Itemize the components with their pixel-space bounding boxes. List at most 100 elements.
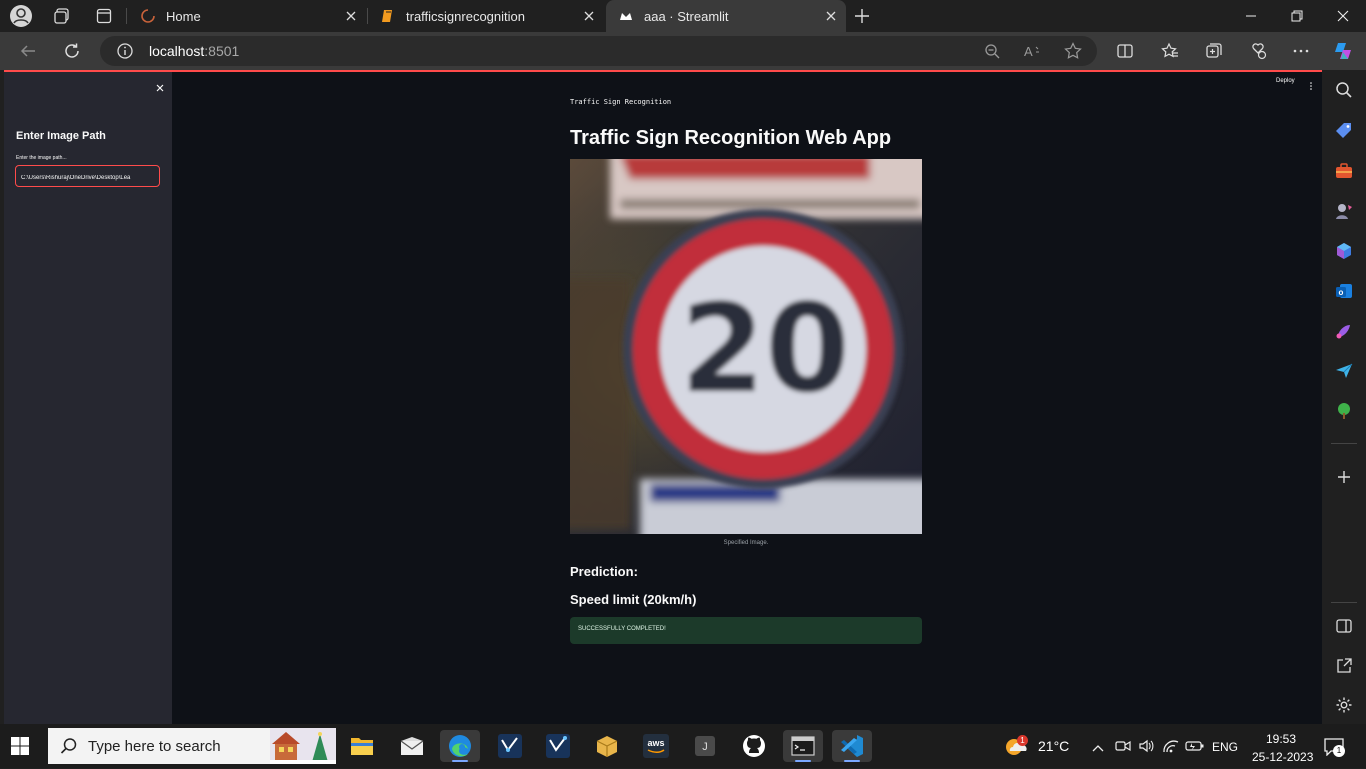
edge-sidebar: o <box>1322 70 1366 724</box>
restore-button[interactable] <box>1274 0 1320 32</box>
url-port: :8501 <box>204 43 240 59</box>
jupyter-icon[interactable]: J <box>685 730 725 762</box>
minimize-button[interactable] <box>1228 0 1274 32</box>
clock-time[interactable]: 19:53 <box>1266 732 1296 746</box>
microsoft-365-icon[interactable] <box>1333 240 1355 262</box>
traffic-sign-image: 20 <box>570 159 922 534</box>
open-external-icon[interactable] <box>1333 655 1355 677</box>
games-icon[interactable] <box>1333 200 1355 222</box>
notebook-icon <box>380 8 396 24</box>
read-aloud-icon[interactable]: A <box>1024 43 1042 64</box>
close-icon[interactable] <box>824 9 838 23</box>
close-icon[interactable] <box>582 9 596 23</box>
zoom-out-icon[interactable] <box>984 43 1000 64</box>
edge-browser-icon[interactable] <box>440 730 480 762</box>
address-bar[interactable]: localhost:8501 A <box>100 36 1097 66</box>
close-icon[interactable] <box>344 9 358 23</box>
sidebar-settings-gear-icon[interactable] <box>1333 694 1355 716</box>
prediction-label: Prediction: <box>570 564 638 579</box>
image-path-input[interactable] <box>16 168 159 186</box>
search-icon[interactable] <box>1333 79 1355 101</box>
clock-date[interactable]: 25-12-2023 <box>1252 750 1313 764</box>
chevron-up-icon[interactable] <box>1092 740 1104 758</box>
search-placeholder: Type here to search <box>88 737 221 755</box>
notification-icon[interactable]: 1 <box>1324 738 1345 761</box>
browser-tab-strip: Home trafficsignrecognition aaa · Stream… <box>0 0 1366 32</box>
close-sidebar-icon[interactable] <box>155 80 165 92</box>
battery-icon[interactable] <box>1185 738 1205 759</box>
image-caption: Specified Image. <box>723 540 769 546</box>
svg-text:o: o <box>1339 288 1344 297</box>
back-icon[interactable] <box>13 37 43 65</box>
add-sidebar-app-icon[interactable] <box>1333 466 1355 488</box>
package-box-icon[interactable] <box>587 730 627 762</box>
success-alert: SUCCESSFULLY COMPLETED! <box>570 617 922 644</box>
image-path-input-wrapper[interactable] <box>15 165 160 187</box>
sidebar-title: Enter Image Path <box>16 130 106 142</box>
svg-text:J: J <box>702 741 708 753</box>
tree-icon[interactable] <box>1333 400 1355 422</box>
meet-now-icon[interactable] <box>1115 738 1131 759</box>
refresh-icon[interactable] <box>57 37 87 65</box>
language-indicator[interactable]: ENG <box>1212 740 1238 754</box>
send-to-phone-icon[interactable] <box>1333 360 1355 382</box>
taskbar-search-box[interactable]: Type here to search <box>48 728 336 764</box>
settings-more-icon[interactable] <box>1286 37 1316 65</box>
windows-start-icon[interactable] <box>10 736 32 756</box>
hide-sidebar-icon[interactable] <box>1333 615 1355 637</box>
aws-icon[interactable]: aws <box>636 730 676 762</box>
speaker-icon[interactable] <box>1138 738 1154 759</box>
deploy-button[interactable]: Deploy <box>1276 78 1295 84</box>
url-text[interactable]: localhost:8501 <box>149 43 239 59</box>
profile-icon[interactable] <box>8 4 34 28</box>
close-window-button[interactable] <box>1320 0 1366 32</box>
designer-icon[interactable] <box>1333 320 1355 342</box>
tableau-reader-icon[interactable] <box>538 730 578 762</box>
weather-icon[interactable]: 1 <box>1004 735 1030 763</box>
tab-title: aaa · Streamlit <box>644 8 729 24</box>
streamlit-crown-icon <box>618 8 634 24</box>
vscode-icon[interactable] <box>832 730 872 762</box>
active-indicator <box>795 760 811 762</box>
collections-icon[interactable] <box>1199 37 1229 65</box>
image-path-label: Enter the image path... <box>16 155 67 161</box>
divider <box>1331 602 1357 603</box>
favorite-star-icon[interactable] <box>1064 42 1082 65</box>
wifi-icon[interactable] <box>1162 738 1180 759</box>
notification-badge: 1 <box>1333 745 1345 757</box>
loading-icon <box>140 8 156 24</box>
sign-number: 20 <box>680 278 850 420</box>
active-indicator <box>452 760 468 762</box>
new-tab-icon[interactable] <box>849 4 875 28</box>
favorites-icon[interactable] <box>1155 37 1185 65</box>
terminal-icon[interactable] <box>783 730 823 762</box>
copilot-icon[interactable] <box>1328 37 1358 65</box>
github-icon[interactable] <box>734 730 774 762</box>
windows-taskbar: Type here to search aws J 1 21°C ENG 19:… <box>0 724 1366 768</box>
site-info-icon[interactable] <box>117 43 133 64</box>
tools-briefcase-icon[interactable] <box>1333 160 1355 182</box>
mail-icon[interactable] <box>392 730 432 762</box>
tab-title: trafficsignrecognition <box>406 8 525 24</box>
tab-actions-icon[interactable] <box>91 4 117 28</box>
tab-separator <box>126 8 127 24</box>
tab-home[interactable]: Home <box>128 0 366 32</box>
browser-essentials-icon[interactable] <box>1243 37 1273 65</box>
sidebar: Enter Image Path Enter the image path... <box>4 72 172 724</box>
search-icon <box>60 737 78 760</box>
shopping-tag-icon[interactable] <box>1333 120 1355 142</box>
main-menu-icon[interactable] <box>1309 78 1313 90</box>
outlook-icon[interactable]: o <box>1333 280 1355 302</box>
tableau-app-icon[interactable] <box>490 730 530 762</box>
split-screen-icon[interactable] <box>1110 37 1140 65</box>
tab-trafficsignrecognition[interactable]: trafficsignrecognition <box>368 0 604 32</box>
svg-text:aws: aws <box>647 738 664 748</box>
browser-navbar: localhost:8501 A <box>0 32 1366 70</box>
workspaces-icon[interactable] <box>49 4 75 28</box>
streamlit-page: Enter Image Path Enter the image path...… <box>4 70 1322 724</box>
divider <box>1331 443 1357 444</box>
weather-temperature[interactable]: 21°C <box>1038 738 1069 754</box>
url-host: localhost <box>149 43 205 59</box>
file-explorer-icon[interactable] <box>342 730 382 762</box>
tab-streamlit[interactable]: aaa · Streamlit <box>606 0 846 32</box>
